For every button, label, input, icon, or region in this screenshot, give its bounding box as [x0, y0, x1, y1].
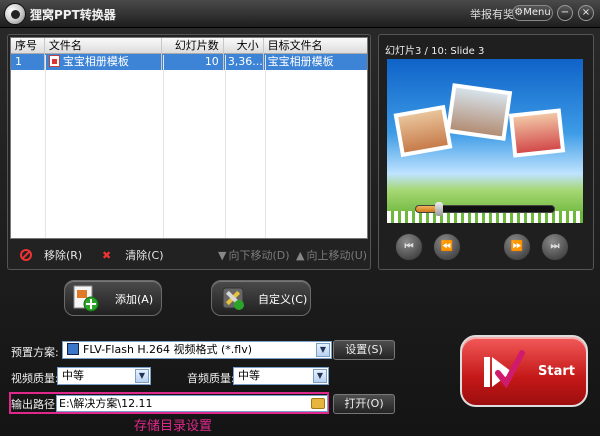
slide-info: 幻灯片3 / 10: Slide 3 [385, 46, 485, 57]
start-button[interactable]: Start [460, 335, 588, 407]
title-bar: 狸窝PPT转换器 举报有奖 ⚙Menu − × [0, 0, 600, 28]
cell-target: 宝宝相册模板 [267, 55, 334, 68]
remove-label: 移除(R) [44, 249, 83, 262]
preset-select[interactable]: FLV-Flash H.264 视频格式 (*.flv) ▼ [62, 341, 332, 359]
first-slide-button[interactable]: ⏮ [395, 233, 423, 261]
column-header-size[interactable]: 大小 [224, 38, 264, 54]
grid-divider [265, 55, 266, 238]
next-slide-button[interactable]: ⏩ [503, 233, 531, 261]
filename-text: 宝宝相册模板 [62, 55, 129, 68]
column-header-slides[interactable]: 幻灯片数 [162, 38, 224, 54]
previous-slide-button[interactable]: ⏪ [433, 233, 461, 261]
storage-directory-annotation: 存储目录设置 [134, 419, 213, 434]
chevron-down-icon: ▼ [313, 369, 327, 383]
output-path-field[interactable]: E:\解决方案\12.11 [56, 395, 328, 412]
cell-filename: 宝宝相册模板 [45, 54, 163, 70]
file-table[interactable]: 序号 文件名 幻灯片数 大小 目标文件名 1 宝宝相册模板 10 3,36...… [10, 37, 368, 239]
file-list-panel: 序号 文件名 幻灯片数 大小 目标文件名 1 宝宝相册模板 10 3,36...… [7, 34, 371, 270]
settings-panel: 预置方案: FLV-Flash H.264 视频格式 (*.flv) ▼ 设置(… [7, 322, 447, 434]
video-quality-select[interactable]: 中等 ▼ [57, 367, 151, 385]
custom-label: 自定义(C) [258, 293, 308, 306]
close-button[interactable]: × [578, 5, 594, 21]
minimize-button[interactable]: − [557, 5, 573, 21]
list-actions: 移除(R) ✖ 清除(C) ▼ 向下移动(D) ▲ 向上移动(U) [18, 247, 368, 265]
cell-index: 1 [11, 54, 45, 70]
cell-size: 3,36... [224, 54, 264, 70]
output-path-value: E:\解决方案\12.11 [59, 397, 153, 410]
table-header: 序号 文件名 幻灯片数 大小 目标文件名 [11, 38, 367, 54]
convert-checkmark-icon [484, 350, 525, 389]
folder-icon[interactable] [311, 398, 325, 409]
grid-divider [225, 55, 226, 238]
app-title: 狸窝PPT转换器 [30, 8, 116, 22]
arrow-up-icon: ▲ [296, 249, 305, 262]
photo-frame [508, 108, 566, 158]
flv-format-icon [67, 343, 79, 355]
move-down-label: 向下移动(D) [228, 249, 290, 262]
audio-quality-value: 中等 [238, 369, 260, 382]
start-label: Start [538, 364, 575, 379]
grid-divider [45, 55, 46, 238]
add-button[interactable]: 添加(A) [64, 280, 162, 316]
column-header-index[interactable]: 序号 [11, 38, 45, 54]
grid-divider [163, 55, 164, 238]
app-logo-icon [4, 3, 26, 25]
preset-value: FLV-Flash H.264 视频格式 (*.flv) [83, 343, 253, 356]
column-header-target[interactable]: 目标文件名 [264, 38, 367, 54]
settings-button[interactable]: 设置(S) [333, 340, 395, 360]
clear-button[interactable]: ✖ 清除(C) [102, 247, 163, 265]
playback-slider[interactable] [415, 202, 555, 216]
remove-button[interactable]: 移除(R) [20, 247, 82, 265]
add-label: 添加(A) [115, 293, 154, 306]
report-link[interactable]: 举报有奖 [470, 6, 514, 22]
ppt-file-icon [48, 55, 60, 67]
chevron-down-icon: ▼ [316, 343, 330, 357]
cell-slides: 10 [162, 54, 224, 70]
video-quality-label: 视频质量: [11, 372, 59, 385]
preset-label: 预置方案: [11, 346, 59, 359]
custom-button[interactable]: 自定义(C) [211, 280, 311, 316]
chevron-down-icon: ▼ [135, 369, 149, 383]
clear-label: 清除(C) [125, 249, 164, 262]
remove-icon [20, 249, 32, 261]
menu-button[interactable]: ⚙Menu [512, 5, 553, 21]
output-path-label: 输出路径: [11, 398, 59, 411]
preview-panel: 幻灯片3 / 10: Slide 3 ⏮ ⏪ ⏩ ⏭ [378, 34, 594, 270]
app-window: 狸窝PPT转换器 举报有奖 ⚙Menu − × 序号 文件名 幻灯片数 大小 目… [0, 0, 600, 436]
gear-icon: ⚙ [514, 7, 524, 18]
player-controls: ⏮ ⏪ ⏩ ⏭ [387, 201, 583, 265]
playback-progress-fill [416, 206, 437, 212]
column-header-filename[interactable]: 文件名 [45, 38, 163, 54]
clear-icon: ✖ [102, 249, 112, 262]
move-up-button[interactable]: ▲ 向上移动(U) [296, 247, 367, 265]
photo-frame [445, 83, 513, 141]
menu-label: Menu [523, 7, 551, 18]
slide-preview-image [387, 59, 583, 223]
playback-slider-handle[interactable] [434, 202, 443, 216]
tools-icon [222, 287, 244, 310]
audio-quality-label: 音频质量: [187, 372, 235, 385]
photo-frame [393, 104, 453, 158]
move-up-label: 向上移动(U) [306, 249, 368, 262]
arrow-down-icon: ▼ [218, 249, 227, 262]
audio-quality-select[interactable]: 中等 ▼ [233, 367, 329, 385]
open-button[interactable]: 打开(O) [333, 394, 395, 414]
add-file-icon [73, 285, 99, 312]
last-slide-button[interactable]: ⏭ [541, 233, 569, 261]
move-down-button[interactable]: ▼ 向下移动(D) [218, 247, 290, 265]
table-row[interactable]: 1 宝宝相册模板 10 3,36... 宝宝相册模板 [11, 54, 367, 70]
video-quality-value: 中等 [62, 369, 84, 382]
